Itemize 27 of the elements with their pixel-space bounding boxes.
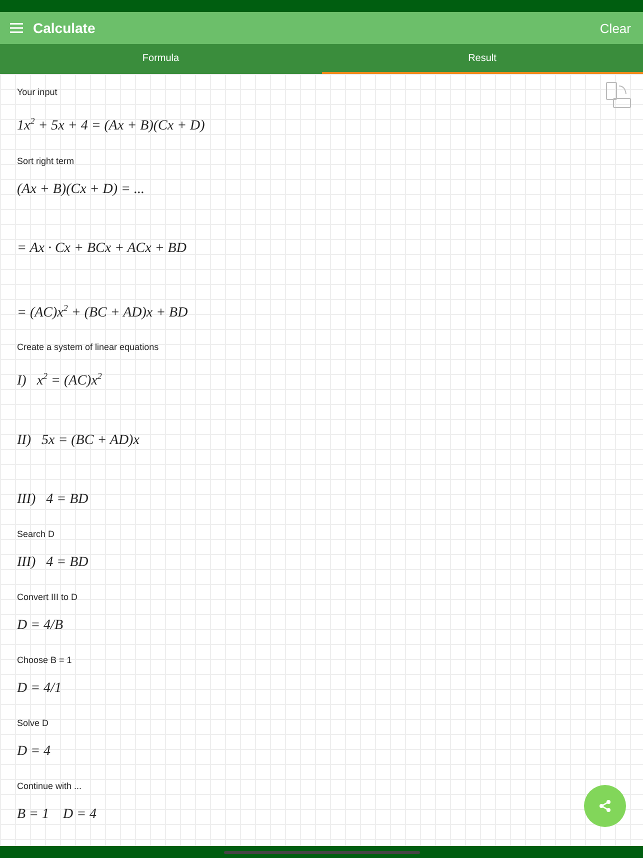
formula: III) 4 = BD	[17, 554, 88, 572]
menu-icon[interactable]	[10, 23, 23, 33]
formula: 1x$^{2}$ + 5x + 4 = (Ax + B)(Cx + D)	[17, 115, 205, 136]
home-indicator[interactable]	[224, 850, 420, 854]
step-label: Your input	[17, 86, 58, 99]
formula: B = 1 D = 4	[17, 806, 97, 824]
step-label: Search D	[17, 528, 55, 541]
formula: I) x$^{2}$ = (AC)x$^{2}$	[17, 370, 102, 391]
step-label: Sort right term	[17, 154, 74, 168]
formula: (Ax + B)(Cx + D) = ...	[17, 180, 144, 199]
formula: II) 5x = (BC + AD)x	[17, 432, 140, 450]
formula: D = 4/1	[17, 680, 62, 698]
tab[interactable]: Formula	[0, 44, 322, 74]
share-icon	[598, 799, 612, 813]
step-label: Choose B = 1	[17, 654, 72, 667]
clear-button[interactable]: Clear	[600, 18, 631, 38]
formula: III) 4 = BD	[17, 490, 88, 509]
formula: D = 4/B	[17, 616, 63, 635]
step-label: Convert III to D	[17, 590, 78, 604]
formula: = (AC)x$^{2}$ + (BC + AD)x + BD	[17, 302, 188, 322]
step-label: Continue with ...	[17, 780, 82, 793]
formula: = Ax · Cx + BCx + ACx + BD	[17, 240, 186, 258]
copy-icon[interactable]	[605, 82, 631, 108]
step-label: Solve D	[17, 716, 49, 730]
app-title: Calculate	[33, 20, 96, 36]
step-label: Create a system of linear equations	[17, 341, 159, 354]
formula: D = 4	[17, 742, 51, 761]
